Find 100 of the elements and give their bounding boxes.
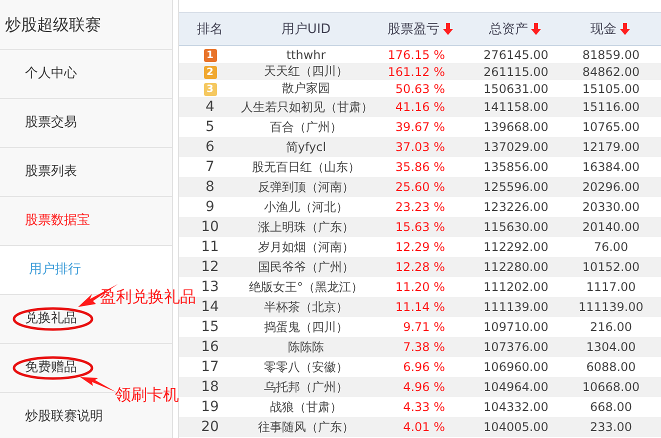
table-cell-text: 107376.00 [482,340,550,354]
table-cell-text: 12.28 % [394,260,446,274]
table-cell-text: 4.33 % [402,400,446,414]
table-cell-text: 陈陈陈 [287,338,325,356]
table-cell-text: 668.00 [589,400,633,414]
table-cell-text: 捣蛋鬼（四川） [263,318,349,336]
table-cell-text: 9 [204,199,216,215]
table-cell-text: 115630.00 [482,220,550,234]
table-cell-text: 6.96 % [402,360,446,374]
rank-badge: 2 [204,66,216,79]
sidebar-item[interactable]: 股票交易 [25,115,77,130]
table-cell-text: 4 [204,99,216,115]
table-cell-text: 16 [200,339,220,355]
table-cell-text: 106960.00 [482,360,550,374]
table-cell-text: 天天红（四川） [263,63,349,80]
sidebar-item[interactable]: 股票数据宝 [25,213,90,228]
column-header[interactable]: 现金 [561,20,661,38]
rank-badge: 3 [204,83,216,96]
table-cell-text: 109710.00 [482,320,550,334]
table-cell-text: 123226.00 [482,200,550,214]
table-cell-text: 161.12 % [386,64,446,78]
table-cell-text: 150631.00 [482,82,550,96]
table-cell-text: 111202.00 [482,280,550,294]
table-cell-text: 37.03 % [394,140,446,154]
table-cell-text: tthwhr [285,48,327,62]
table-cell-text: 7 [204,159,216,175]
table-cell-text: 4.96 % [402,380,446,394]
table-cell-text: 20296.00 [581,180,641,194]
table-cell-text: 23.23 % [394,200,446,214]
rank-badge: 1 [204,49,216,62]
table-cell-text: 20140.00 [581,220,641,234]
table-cell-text: 111139.00 [578,300,644,314]
column-header: 用户UID [280,21,332,38]
table-cell-text: 216.00 [589,320,633,334]
table-cell: 人生若只如初见（甘肃） [241,98,371,116]
column-header: 排名 [196,21,224,38]
table-cell-text: 5 [204,119,216,135]
table-cell-text: 小渔儿（河北） [263,198,349,216]
table-cell-text: 104332.00 [482,400,550,414]
table-cell-text: 10668.00 [581,380,641,394]
table-cell-text: 股无百日红（山东） [251,158,361,176]
annotation-text: 领刷卡机 [115,386,179,404]
table-cell-text: 15116.00 [581,100,641,114]
table-cell-text: 6 [204,139,216,155]
table-cell-text: 1304.00 [585,340,637,354]
table-cell-text: 百合（广州） [269,118,343,136]
table-cell-text: 绝版女王°（黑龙江） [248,278,364,296]
table-cell-text: 11.20 % [394,280,446,294]
table-cell-text: 112280.00 [482,260,550,274]
table-cell-text: 11.14 % [394,300,446,314]
table-cell-text: 8 [204,179,216,195]
table-cell-text: 50.63 % [394,82,446,96]
table-cell-text: 反弹到顶（河南） [257,178,355,196]
table-cell-text: 10765.00 [581,120,641,134]
table-cell-text: 涨上明珠（广东） [257,218,355,236]
table-cell-text: 半杯茶（北京） [263,298,349,316]
table-cell-text: 往事随风（广东） [257,418,355,436]
table-cell-text: 25.60 % [394,180,446,194]
table-cell-text: 276145.00 [482,48,550,62]
table-cell-text: 112292.00 [482,240,550,254]
table-cell-text: 15105.00 [581,82,641,96]
table-cell-text: 233.00 [589,420,633,434]
table-cell-text: 战狼（甘肃） [269,398,343,416]
sidebar-item[interactable]: 股票列表 [25,164,77,179]
table-cell-text: 125596.00 [482,180,550,194]
table-cell-text: 7.38 % [402,340,446,354]
table-cell-text: 135856.00 [482,160,550,174]
sort-down-icon [618,22,632,36]
column-header[interactable]: 股票盈亏 [371,20,471,38]
table-cell-text: 81859.00 [581,48,641,62]
table-cell-text: 104005.00 [482,420,550,434]
table-cell-text: 15 [200,319,220,335]
table-cell-text: 141158.00 [482,100,550,114]
table-cell-text: 12179.00 [581,140,641,154]
table-cell-text: 11 [200,239,220,255]
table-cell-text: 111139.00 [482,300,550,314]
table-cell-text: 104964.00 [482,380,550,394]
table-cell-text: 12 [200,259,220,275]
sidebar-item[interactable]: 个人中心 [25,66,77,81]
table-cell-text: 20 [200,419,220,435]
table-cell-text: 139668.00 [482,120,550,134]
table-cell-text: 176.15 % [386,48,446,62]
table-cell-text: 零零八（安徽） [263,358,349,376]
table-cell-text: 84862.00 [581,64,641,78]
table-cell-text: 76.00 [592,240,630,254]
table-cell-text: 20330.00 [581,200,641,214]
table-cell-text: 18 [200,379,220,395]
table-cell-text: 岁月如烟（河南） [257,238,355,256]
table-cell-text: 9.71 % [402,320,446,334]
column-header[interactable]: 总资产 [471,20,561,38]
table-cell-text: 137029.00 [482,140,550,154]
table-cell-text: 14 [200,299,220,315]
table-cell-text: 39.67 % [394,120,446,134]
table-cell-text: 261115.00 [482,64,550,78]
table-cell-text: 15.63 % [394,220,446,234]
table-cell-text: 12.29 % [394,240,446,254]
table-cell-text: 4.01 % [402,420,446,434]
annotation-text: 盈利兑换礼品 [100,288,196,306]
sidebar-item[interactable]: 炒股联赛说明 [25,409,103,424]
table-cell-text: 10152.00 [581,260,641,274]
